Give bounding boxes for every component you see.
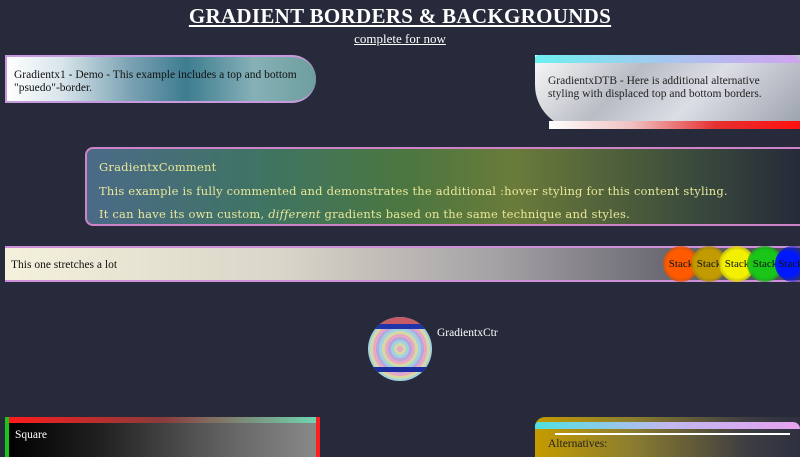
bottom-border-bar <box>549 121 800 129</box>
alternatives-top-border <box>535 422 800 429</box>
alternatives-label: Alternatives: <box>548 438 608 450</box>
stack-label: Stack <box>752 258 778 270</box>
gradientxdtb-card: GradientxDTB - Here is additional altern… <box>535 55 800 129</box>
square-left-border <box>5 417 9 457</box>
gradientxdtb-text: GradientxDTB - Here is additional altern… <box>548 75 762 100</box>
top-border-bar <box>535 55 800 63</box>
stretch-label: This one stretches a lot <box>11 259 118 271</box>
square-card: Square <box>5 417 320 457</box>
comment-emphasis: different <box>268 207 321 221</box>
comment-line-2-start: It can have its own custom, <box>99 207 269 221</box>
comment-line-1: This example is fully commented and demo… <box>99 184 728 198</box>
circle-top-band <box>368 317 432 324</box>
stack-label: Stack <box>778 258 800 270</box>
comment-line-2-end: gradients based on the same technique an… <box>320 207 630 221</box>
circle-band-upper <box>368 324 432 329</box>
page-title: GRADIENT BORDERS & BACKGROUNDS <box>188 4 612 28</box>
stack-label: Stack <box>696 258 722 270</box>
alternatives-card: Alternatives: <box>535 417 800 457</box>
comment-line-2: It can have its own custom, different gr… <box>99 207 788 221</box>
gradientx-ctr-circle <box>368 317 432 381</box>
stack-label: Stack <box>668 258 694 270</box>
comment-title: GradientxComment <box>99 160 217 174</box>
gradientx1-text: Gradientx1 - Demo - This example include… <box>14 69 297 94</box>
gradientx1-card: Gradientx1 - Demo - This example include… <box>5 55 316 103</box>
alternatives-white-line <box>555 433 790 435</box>
square-right-border <box>316 417 320 457</box>
square-top-border <box>5 417 320 423</box>
page-subtitle[interactable]: complete for now <box>0 31 800 47</box>
gradientx-comment-card[interactable]: GradientxComment This example is fully c… <box>85 147 800 226</box>
gradientx-ctr-label: GradientxCtr <box>437 327 498 339</box>
circle-band-lower <box>368 367 432 372</box>
stack-label: Stack <box>724 258 750 270</box>
square-label: Square <box>15 429 47 441</box>
